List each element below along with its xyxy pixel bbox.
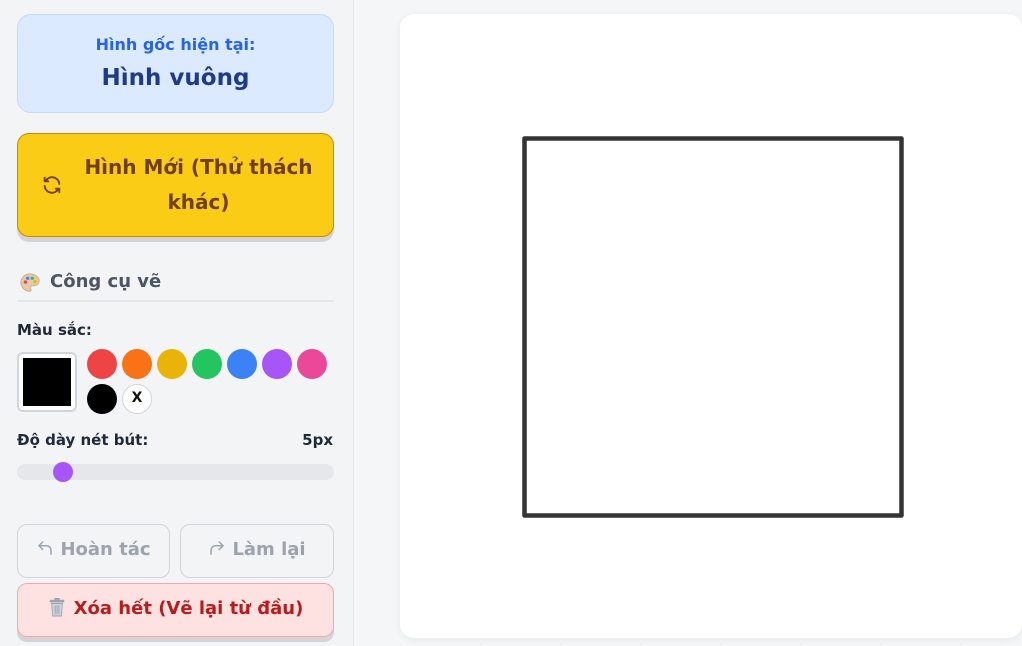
current-shape-label: Hình gốc hiện tại: [95, 35, 256, 54]
guide-square-shape [522, 136, 904, 518]
refresh-icon [43, 176, 61, 194]
undo-label: Hoàn tác [60, 539, 151, 560]
redo-icon [210, 541, 225, 555]
thickness-slider[interactable] [17, 462, 334, 482]
thickness-label: Độ dày nét bút: [17, 431, 149, 449]
eraser-swatch[interactable]: X [122, 384, 152, 414]
sidebar: Hình gốc hiện tại: Hình vuông Hình Mới (… [0, 0, 354, 646]
thickness-slider-thumb[interactable] [52, 462, 73, 482]
current-color-preview [17, 352, 77, 412]
color-swatch[interactable] [157, 349, 187, 379]
trash-icon [49, 598, 64, 617]
tools-section-title: Công cụ vẽ [17, 268, 334, 302]
color-swatch[interactable] [227, 349, 257, 379]
current-shape-name: Hình vuông [101, 65, 250, 91]
tools-title-text: Công cụ vẽ [50, 271, 162, 292]
undo-icon [38, 541, 53, 555]
color-swatch[interactable] [297, 349, 327, 379]
clear-all-label: Xóa hết (Vẽ lại từ đầu) [73, 598, 304, 619]
canvas-svg [522, 136, 904, 518]
clear-all-button[interactable]: Xóa hết (Vẽ lại từ đầu) [17, 583, 334, 637]
drawing-canvas[interactable] [400, 14, 1022, 638]
thickness-value: 5px [302, 431, 333, 449]
current-color-fill [23, 358, 71, 406]
color-swatch[interactable] [87, 384, 117, 414]
redo-button[interactable]: Làm lại [180, 524, 334, 578]
new-shape-label: Hình Mới (Thử thách khác) [84, 155, 313, 214]
new-shape-button[interactable]: Hình Mới (Thử thách khác) [17, 133, 334, 237]
palette-icon [20, 273, 40, 292]
color-swatch[interactable] [262, 349, 292, 379]
color-label: Màu sắc: [17, 321, 92, 339]
color-swatch[interactable] [122, 349, 152, 379]
color-swatch[interactable] [192, 349, 222, 379]
current-shape-card: Hình gốc hiện tại: Hình vuông [17, 14, 334, 113]
undo-button[interactable]: Hoàn tác [17, 524, 170, 578]
color-swatch[interactable] [87, 349, 117, 379]
redo-label: Làm lại [232, 539, 306, 560]
